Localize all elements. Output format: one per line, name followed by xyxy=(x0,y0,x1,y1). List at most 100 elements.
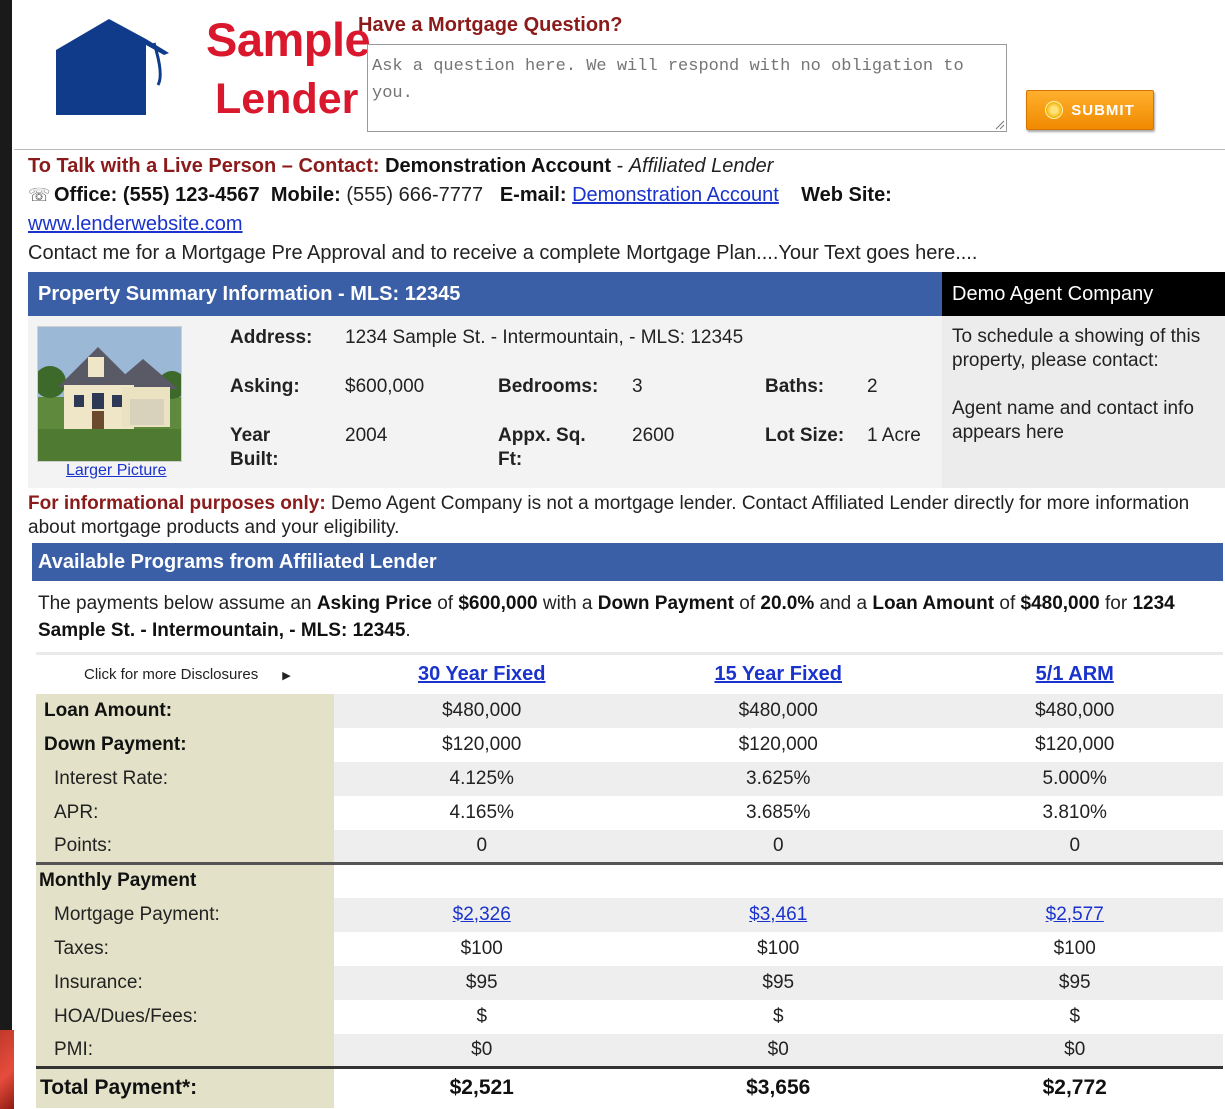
total-cell: $2,521 xyxy=(333,1066,630,1108)
left-edge-decoration xyxy=(0,0,14,1109)
intro-text: of xyxy=(431,593,459,614)
table-cell: $95 xyxy=(926,965,1223,1000)
row-label: Down Payment: xyxy=(36,727,334,762)
year-built-label: Year Built: xyxy=(230,425,279,470)
row-label: Loan Amount: xyxy=(36,693,334,728)
intro-bold: Loan Amount xyxy=(872,593,995,614)
year-built-value: 2004 xyxy=(345,425,388,446)
table-cell: 0 xyxy=(333,829,630,865)
talk-label: To Talk with a Live Person – Contact: xyxy=(28,155,380,177)
intro-text: for xyxy=(1099,593,1133,614)
table-cell: $0 xyxy=(926,1033,1223,1068)
mobile-phone: (555) 666-7777 xyxy=(346,184,484,206)
lot-size-value: 1 Acre xyxy=(867,425,921,446)
program-link-15-year[interactable]: 15 Year Fixed xyxy=(714,663,842,685)
office-label: Office: xyxy=(54,184,118,206)
table-cell: 3.810% xyxy=(1042,801,1107,823)
agent-contact-text: Agent name and contact info appears here xyxy=(952,398,1194,443)
sample-lender-logo[interactable]: Sample Lender xyxy=(54,10,371,121)
submit-label: SUBMIT xyxy=(1071,101,1135,119)
row-label: Points: xyxy=(36,829,334,865)
table-cell: $100 xyxy=(1053,937,1096,959)
disclaimer: For informational purposes only: Demo Ag… xyxy=(28,492,1223,540)
program-link-30-year[interactable]: 30 Year Fixed xyxy=(418,663,546,685)
mortgage-payment-link[interactable]: $2,326 xyxy=(453,904,511,925)
property-summary-header: Property Summary Information - MLS: 1234… xyxy=(28,272,942,316)
bedrooms-label: Bedrooms: xyxy=(498,376,599,397)
column-header: 5/1 ARM xyxy=(926,652,1223,694)
intro-bold: Asking Price xyxy=(316,593,432,614)
disclaimer-bold: For informational purposes only: xyxy=(28,493,326,514)
table-cell xyxy=(926,864,1223,898)
programs-intro: The payments below assume an Asking Pric… xyxy=(38,590,1223,644)
disclosures-link[interactable]: Click for more Disclosures ▶ xyxy=(36,652,334,694)
table-cell: $ xyxy=(476,1005,488,1027)
row-label: PMI: xyxy=(36,1033,334,1068)
row-label: HOA/Dues/Fees: xyxy=(36,999,334,1034)
address-label: Address: xyxy=(230,327,313,348)
house-photo[interactable] xyxy=(37,326,182,462)
table-cell: $100 xyxy=(757,937,800,959)
table-cell: 0 xyxy=(629,829,927,865)
contact-line-1: To Talk with a Live Person – Contact: De… xyxy=(28,152,1223,181)
email-link[interactable]: Demonstration Account xyxy=(572,184,779,206)
left-dark-bar xyxy=(0,0,12,1109)
play-arrow-icon: ▶ xyxy=(282,669,291,682)
bedrooms-value: 3 xyxy=(632,376,643,397)
table-row: Mortgage Payment: $2,326 $3,461 $2,577 xyxy=(36,897,1223,932)
contact-separator: - xyxy=(611,155,629,177)
property-summary-body: Larger Picture Address: 1234 Sample St. … xyxy=(28,316,942,488)
row-label: Interest Rate: xyxy=(36,761,334,796)
disclosures-label: Click for more Disclosures xyxy=(84,665,259,683)
telephone-icon: ☏ xyxy=(28,185,51,205)
table-row: Taxes: $100 $100 $100 xyxy=(36,931,1223,966)
intro-text: of xyxy=(733,593,761,614)
mobile-label: Mobile: xyxy=(270,184,341,206)
house-photo-image xyxy=(38,327,181,461)
table-cell: $2,577 xyxy=(926,897,1223,932)
intro-text: and a xyxy=(814,593,873,614)
table-row: HOA/Dues/Fees: $ $ $ xyxy=(36,999,1223,1034)
larger-picture-link[interactable]: Larger Picture xyxy=(66,462,167,480)
contact-role: Affiliated Lender xyxy=(628,155,774,177)
submit-button[interactable]: SUBMIT xyxy=(1026,90,1154,130)
programs-header: Available Programs from Affiliated Lende… xyxy=(32,543,1223,581)
table-row: Loan Amount: $480,000 $480,000 $480,000 xyxy=(36,693,1223,728)
resize-grip-icon[interactable] xyxy=(993,118,1005,130)
table-row: Interest Rate: 4.125% 3.625% 5.000% xyxy=(36,761,1223,796)
email-label: E-mail: xyxy=(499,184,567,206)
question-input[interactable] xyxy=(367,44,1007,132)
table-cell: 0 xyxy=(926,829,1223,865)
intro-bold: Down Payment xyxy=(597,593,734,614)
header-divider xyxy=(14,149,1225,150)
intro-text: with a xyxy=(537,593,598,614)
table-cell: $ xyxy=(772,1005,784,1027)
left-red-artwork xyxy=(0,1030,14,1109)
mortgage-payment-link[interactable]: $2,577 xyxy=(1046,904,1104,925)
table-cell: $95 xyxy=(629,965,927,1000)
table-cell: $120,000 xyxy=(1035,733,1115,755)
intro-text: . xyxy=(405,620,411,641)
intro-loan-amount: $480,000 xyxy=(1020,593,1100,614)
table-cell xyxy=(334,864,630,898)
website-link[interactable]: www.lenderwebsite.com xyxy=(28,213,243,235)
table-row: PMI: $0 $0 $0 xyxy=(36,1033,1223,1068)
table-cell: $480,000 xyxy=(333,693,630,728)
table-row: Monthly Payment xyxy=(36,863,1223,898)
intro-down-percent: 20.0% xyxy=(760,593,815,614)
row-label: Taxes: xyxy=(36,931,334,966)
column-header: 15 Year Fixed xyxy=(629,652,927,694)
total-row: Total Payment*: $2,521 $3,656 $2,772 xyxy=(36,1066,1223,1108)
table-cell: $480,000 xyxy=(926,693,1223,728)
table-row: Down Payment: $120,000 $120,000 $120,000 xyxy=(36,727,1223,762)
office-phone: (555) 123-4567 xyxy=(122,184,260,206)
total-label: Total Payment*: xyxy=(36,1066,334,1108)
table-cell: $95 xyxy=(333,965,630,1000)
table-row: Points: 0 0 0 xyxy=(36,829,1223,865)
program-link-5-1-arm[interactable]: 5/1 ARM xyxy=(1036,663,1114,685)
row-label: Insurance: xyxy=(36,965,334,1000)
table-cell: 4.125% xyxy=(333,761,630,796)
mortgage-payment-link[interactable]: $3,461 xyxy=(749,904,807,925)
intro-text: The payments below assume an xyxy=(38,593,317,614)
logo-word-sample: Sample xyxy=(206,13,371,66)
